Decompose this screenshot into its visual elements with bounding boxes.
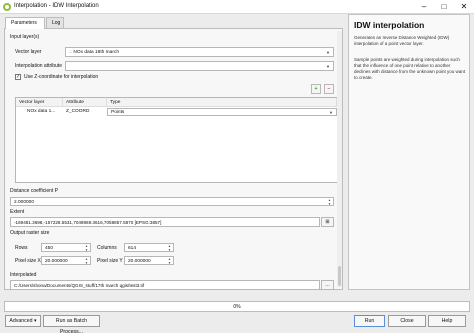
- pixel-size-x-input[interactable]: 20.000000 ▲ ▼: [41, 256, 91, 265]
- help-panel: IDW interpolation Generates an Inverse D…: [348, 14, 470, 290]
- spin-arrows-icon[interactable]: ▲ ▼: [328, 198, 331, 206]
- pixel-size-x-label: Pixel size X: [15, 258, 41, 264]
- distance-coefficient-label: Distance coefficient P: [10, 188, 58, 194]
- add-layer-button[interactable]: +: [311, 84, 321, 94]
- chevron-down-icon: ▼: [326, 50, 330, 55]
- parameters-panel: Input layer(s) Vector layer ∴ NOx data 1…: [4, 28, 343, 290]
- columns-input[interactable]: 614 ▲ ▼: [124, 243, 174, 252]
- vector-layer-label: Vector layer: [15, 49, 42, 55]
- vector-layer-select[interactable]: ∴ NOx data 18th march ▼: [65, 47, 334, 57]
- type-select[interactable]: Points ▼: [107, 108, 337, 116]
- input-layers-label: Input layer(s): [10, 34, 40, 40]
- interpolation-attribute-select[interactable]: ▼: [65, 61, 334, 71]
- advanced-button[interactable]: Advanced ▾: [5, 315, 41, 327]
- spin-arrows-icon[interactable]: ▲ ▼: [85, 257, 88, 265]
- close-button[interactable]: Close: [388, 315, 426, 327]
- extent-menu-button[interactable]: ⊞: [321, 217, 334, 227]
- window-title: Interpolation - IDW Interpolation: [14, 3, 99, 9]
- browse-output-button[interactable]: …: [321, 280, 334, 290]
- chevron-down-icon: ▾: [33, 318, 37, 324]
- column-header-attribute[interactable]: Attribute: [63, 98, 107, 107]
- column-header-type[interactable]: Type: [107, 98, 337, 107]
- table-cell-attribute[interactable]: Z_COORD: [63, 108, 107, 116]
- output-raster-label: Output raster size: [10, 230, 50, 236]
- use-z-checkbox[interactable]: ✓: [15, 74, 21, 80]
- maximize-button[interactable]: □: [434, 0, 454, 14]
- use-z-label: Use Z-coordinate for interpolation: [24, 74, 99, 80]
- extent-label: Extent: [10, 209, 25, 215]
- chevron-down-icon: ▼: [326, 64, 330, 69]
- scrollbar[interactable]: [337, 31, 342, 287]
- interpolation-attribute-label: Interpolation attribute: [15, 63, 62, 69]
- interpolated-output-input[interactable]: C:/Users/shona/Documents/QGIS_stuff/17th…: [10, 280, 320, 290]
- interpolated-label: Interpolated: [10, 272, 37, 278]
- spin-arrows-icon[interactable]: ▲ ▼: [168, 244, 171, 252]
- chevron-down-icon: ▼: [329, 110, 333, 115]
- spin-arrows-icon[interactable]: ▲ ▼: [85, 244, 88, 252]
- tab-parameters[interactable]: Parameters: [5, 17, 45, 29]
- run-as-batch-button[interactable]: Run as Batch Process...: [43, 315, 100, 333]
- distance-coefficient-input[interactable]: 2.000000 ▲ ▼: [10, 197, 334, 206]
- remove-layer-button[interactable]: −: [324, 84, 334, 94]
- layers-table: Vector layer Attribute Type NOx data 1..…: [15, 97, 338, 183]
- vector-layer-value: NOx data 18th march: [73, 50, 119, 55]
- pixel-size-y-input[interactable]: 20.000000 ▲ ▼: [124, 256, 174, 265]
- run-button[interactable]: Run: [354, 315, 385, 327]
- progress-label: 0%: [233, 304, 241, 310]
- scrollbar-thumb[interactable]: [338, 266, 341, 286]
- minus-icon: −: [327, 86, 331, 92]
- extent-input[interactable]: -169481.3698,-157228.5531,7049869.3616,7…: [10, 217, 320, 227]
- progress-bar: 0%: [4, 301, 470, 312]
- tab-log[interactable]: Log: [46, 17, 64, 28]
- minimize-button[interactable]: –: [414, 0, 434, 14]
- extent-icon: ⊞: [325, 219, 330, 225]
- columns-label: Columns: [97, 245, 117, 251]
- column-header-vector-layer[interactable]: Vector layer: [16, 98, 63, 107]
- rows-label: Rows: [15, 245, 28, 251]
- help-paragraph-1: Generates an Inverse Distance Weighted (…: [354, 35, 450, 46]
- qgis-logo-icon: [3, 3, 11, 11]
- help-title: IDW interpolation: [354, 20, 425, 30]
- pixel-size-y-label: Pixel size Y: [97, 258, 123, 264]
- plus-icon: +: [314, 86, 318, 92]
- help-paragraph-2: Sample points are weighted during interp…: [354, 57, 466, 80]
- spin-arrows-icon[interactable]: ▲ ▼: [168, 257, 171, 265]
- close-window-button[interactable]: ✕: [454, 0, 474, 14]
- rows-input[interactable]: 450 ▲ ▼: [41, 243, 91, 252]
- title-bar: Interpolation - IDW Interpolation – □ ✕: [0, 0, 474, 14]
- help-button[interactable]: Help: [428, 315, 466, 327]
